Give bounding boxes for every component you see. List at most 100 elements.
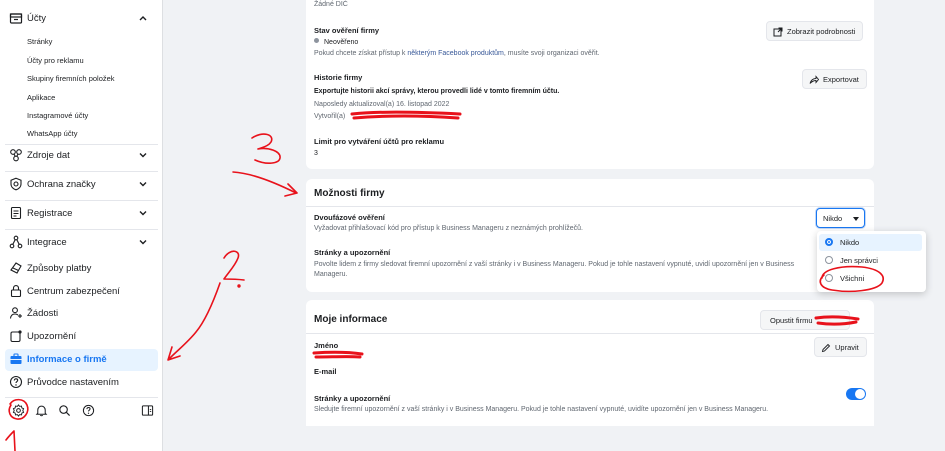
sidebar-subitem-apps[interactable]: Aplikace: [27, 93, 55, 102]
sidebar-divider: [5, 229, 158, 230]
sidebar-item-label: Způsoby platby: [27, 263, 92, 274]
sidebar-item-label: Informace o firmě: [27, 354, 107, 365]
caret-down-icon: [853, 217, 859, 221]
sidebar: Účty Stránky Účty pro reklamu Skupiny fi…: [0, 0, 163, 451]
pages-notifications-label: Stránky a upozornění: [314, 248, 391, 257]
folder-icon: [9, 13, 23, 24]
bell-icon[interactable]: [35, 404, 48, 417]
share-export-icon: [809, 75, 819, 84]
radio-icon: [825, 256, 833, 264]
view-details-button[interactable]: Zobrazit podrobnosti: [766, 21, 864, 41]
sidebar-bottom-toolbar: [0, 400, 163, 422]
payment-icon: [10, 262, 22, 274]
dropdown-option-admins-only[interactable]: Jen správci: [819, 252, 922, 269]
my-info-card: Moje informace Opustit firmu Jméno Uprav…: [306, 300, 874, 426]
search-icon[interactable]: [58, 404, 71, 417]
sidebar-divider: [5, 171, 158, 172]
sidebar-item-label: Registrace: [27, 208, 73, 219]
sidebar-item-label: Průvodce nastavením: [27, 377, 119, 388]
verification-status-label: Stav ověření firmy: [314, 26, 380, 35]
sidebar-item-integrations[interactable]: Integrace: [0, 232, 163, 254]
sidebar-item-label: Integrace: [27, 237, 67, 248]
sidebar-item-registration[interactable]: Registrace: [0, 203, 163, 225]
chevron-down-icon[interactable]: [139, 151, 147, 159]
sidebar-subitem-pages[interactable]: Stránky: [27, 37, 52, 46]
requests-icon: [9, 307, 22, 319]
shield-icon: [10, 177, 22, 191]
name-label: Jméno: [314, 341, 339, 350]
sidebar-item-security-center[interactable]: Centrum zabezpečení: [0, 281, 163, 303]
edit-button[interactable]: Upravit: [814, 337, 867, 357]
sidebar-subitem-asset-groups[interactable]: Skupiny firemních položek: [27, 74, 115, 83]
section-divider: [306, 333, 874, 334]
history-label: Historie firmy: [314, 73, 363, 82]
question-icon[interactable]: [82, 404, 95, 417]
business-options-card: Možnosti firmy Dvoufázové ověření Vyžado…: [306, 179, 874, 292]
registration-icon: [10, 206, 22, 220]
sidebar-item-accounts[interactable]: Účty: [0, 8, 163, 30]
business-options-title: Možnosti firmy: [314, 188, 385, 199]
ad-account-limit-label: Limit pro vytváření účtů pro reklamu: [314, 137, 445, 146]
sidebar-item-brand-protection[interactable]: Ochrana značky: [0, 174, 163, 196]
sidebar-item-setup-guide[interactable]: Průvodce nastavením: [0, 372, 163, 394]
sidebar-item-notifications[interactable]: Upozornění: [0, 326, 163, 348]
two-factor-select[interactable]: Nikdo: [816, 208, 865, 228]
facebook-products-link[interactable]: některým Facebook produktům: [407, 50, 504, 57]
lock-icon: [10, 285, 22, 298]
edit-label: Upravit: [835, 342, 859, 352]
help-icon: [9, 375, 23, 389]
sidebar-item-requests[interactable]: Žádosti: [0, 303, 163, 325]
dropdown-option-everyone[interactable]: Všichni: [819, 270, 922, 287]
export-button[interactable]: Exportovat: [802, 69, 867, 89]
business-info-card: Žádné DIČ Stav ověření firmy Neověřeno P…: [306, 0, 874, 169]
sidebar-subitem-instagram[interactable]: Instagramové účty: [27, 111, 88, 120]
dropdown-option-nobody[interactable]: Nikdo: [819, 234, 922, 251]
dropdown-option-label: Všichni: [840, 274, 865, 283]
annotation-arrow-to-business-info: [167, 282, 221, 361]
dropdown-option-label: Jen správci: [840, 256, 878, 265]
sidebar-subitem-ad-accounts[interactable]: Účty pro reklamu: [27, 56, 84, 65]
sidebar-divider: [5, 397, 158, 398]
pencil-icon: [821, 343, 831, 353]
chevron-down-icon[interactable]: [139, 180, 147, 188]
my-info-title: Moje informace: [314, 314, 388, 325]
sidebar-item-payment-methods[interactable]: Způsoby platby: [0, 258, 163, 280]
annotation-number-3: [251, 133, 281, 164]
sidebar-item-business-info[interactable]: Informace o firmě: [5, 349, 158, 371]
two-factor-label: Dvoufázové ověření: [314, 213, 385, 222]
two-factor-dropdown: Nikdo Jen správci Všichni: [817, 231, 926, 292]
sidebar-item-data-sources[interactable]: Zdroje dat: [0, 145, 163, 167]
ad-account-limit-value: 3: [314, 150, 318, 157]
notifications-icon: [10, 330, 22, 343]
dropdown-option-label: Nikdo: [840, 238, 860, 247]
my-pages-notifications-description: Sledujte firemní upozornění z vaší strán…: [314, 406, 769, 413]
history-created: Vytvořil(a): [314, 113, 346, 120]
leave-business-button[interactable]: Opustit firmu: [760, 310, 850, 330]
status-dot-icon: [314, 38, 319, 43]
settings-icon[interactable]: [12, 404, 25, 417]
view-details-label: Zobrazit podrobnosti: [787, 26, 856, 36]
sidebar-item-label: Žádosti: [27, 308, 59, 319]
history-updated: Naposledy aktualizoval(a) 16. listopad 2…: [314, 101, 450, 108]
pages-notifications-description-2: Manageru.: [314, 271, 348, 278]
sidebar-item-label: Upozornění: [27, 331, 77, 342]
chevron-up-icon[interactable]: [139, 14, 147, 22]
sidebar-item-label: Centrum zabezpečení: [27, 286, 120, 297]
briefcase-icon: [10, 353, 22, 364]
verification-status-value: Neověřeno: [324, 39, 359, 46]
section-divider: [306, 206, 874, 207]
sidebar-subitem-whatsapp[interactable]: WhatsApp účty: [27, 129, 77, 138]
panel-toggle-icon[interactable]: [141, 404, 154, 417]
verification-hint: Pokud chcete získat přístup k některým F…: [314, 50, 600, 57]
two-factor-selected-value: Nikdo: [823, 213, 843, 223]
chevron-down-icon[interactable]: [139, 238, 147, 246]
history-subtitle: Exportujte historii akcí správy, kterou …: [314, 88, 560, 95]
radio-icon: [825, 274, 833, 282]
export-label: Exportovat: [823, 74, 859, 84]
verification-hint-text-end: , musíte svoji organizaci ověřit.: [503, 50, 600, 57]
data-sources-icon: [10, 149, 22, 162]
annotation-dot: [237, 284, 241, 288]
sidebar-item-label: Ochrana značky: [27, 179, 96, 190]
chevron-down-icon[interactable]: [139, 209, 147, 217]
pages-notifications-toggle[interactable]: [846, 388, 866, 400]
